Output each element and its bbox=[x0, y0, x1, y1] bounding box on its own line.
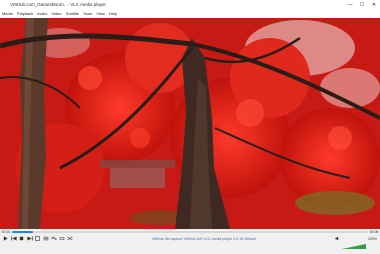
current-time: 00:16 bbox=[1, 229, 11, 234]
close-button[interactable]: ✕ bbox=[368, 0, 380, 10]
video-frame bbox=[0, 18, 380, 229]
menu-view[interactable]: View bbox=[96, 10, 105, 18]
speaker-icon[interactable] bbox=[334, 235, 341, 242]
volume-level-label: 100% bbox=[368, 236, 377, 241]
menu-subtitle[interactable]: Subtitle bbox=[66, 10, 79, 18]
volume-slider[interactable] bbox=[342, 236, 367, 249]
minimize-button[interactable]: — bbox=[344, 0, 356, 10]
fullscreen-icon[interactable] bbox=[34, 235, 41, 242]
control-bar: VMHub file capture VMHub.IAH VLC media p… bbox=[0, 234, 380, 249]
menu-audio[interactable]: Audio bbox=[37, 10, 47, 18]
next-icon[interactable] bbox=[26, 235, 33, 242]
status-text: VMHub file capture VMHub.IAH VLC media p… bbox=[151, 236, 257, 241]
shuffle-icon[interactable] bbox=[66, 235, 73, 242]
seek-progress bbox=[12, 230, 34, 233]
total-time: 04:08 bbox=[369, 229, 379, 234]
menu-help[interactable]: Help bbox=[109, 10, 117, 18]
vlc-cone-icon bbox=[2, 2, 8, 15]
loop-icon[interactable] bbox=[58, 235, 65, 242]
menu-video[interactable]: Video bbox=[51, 10, 61, 18]
menu-media[interactable]: Media bbox=[2, 10, 13, 18]
playlist-icon[interactable] bbox=[50, 235, 57, 242]
seek-slider[interactable] bbox=[12, 230, 368, 233]
window-title: VMHub.com_GamesBourn.. - VLC media playe… bbox=[10, 2, 107, 7]
maximize-button[interactable]: ☐ bbox=[356, 0, 368, 10]
play-icon[interactable] bbox=[2, 235, 9, 242]
previous-icon[interactable] bbox=[10, 235, 17, 242]
title-bar: VMHub.com_GamesBourn.. - VLC media playe… bbox=[0, 0, 380, 15]
stop-icon[interactable] bbox=[18, 235, 25, 242]
menu-tools[interactable]: Tools bbox=[83, 10, 92, 18]
video-display[interactable] bbox=[0, 18, 380, 229]
menu-playback[interactable]: Playback bbox=[17, 10, 33, 18]
menu-bar: Media Playback Audio Video Subtitle Tool… bbox=[0, 10, 380, 18]
extended-settings-icon[interactable] bbox=[42, 235, 49, 242]
